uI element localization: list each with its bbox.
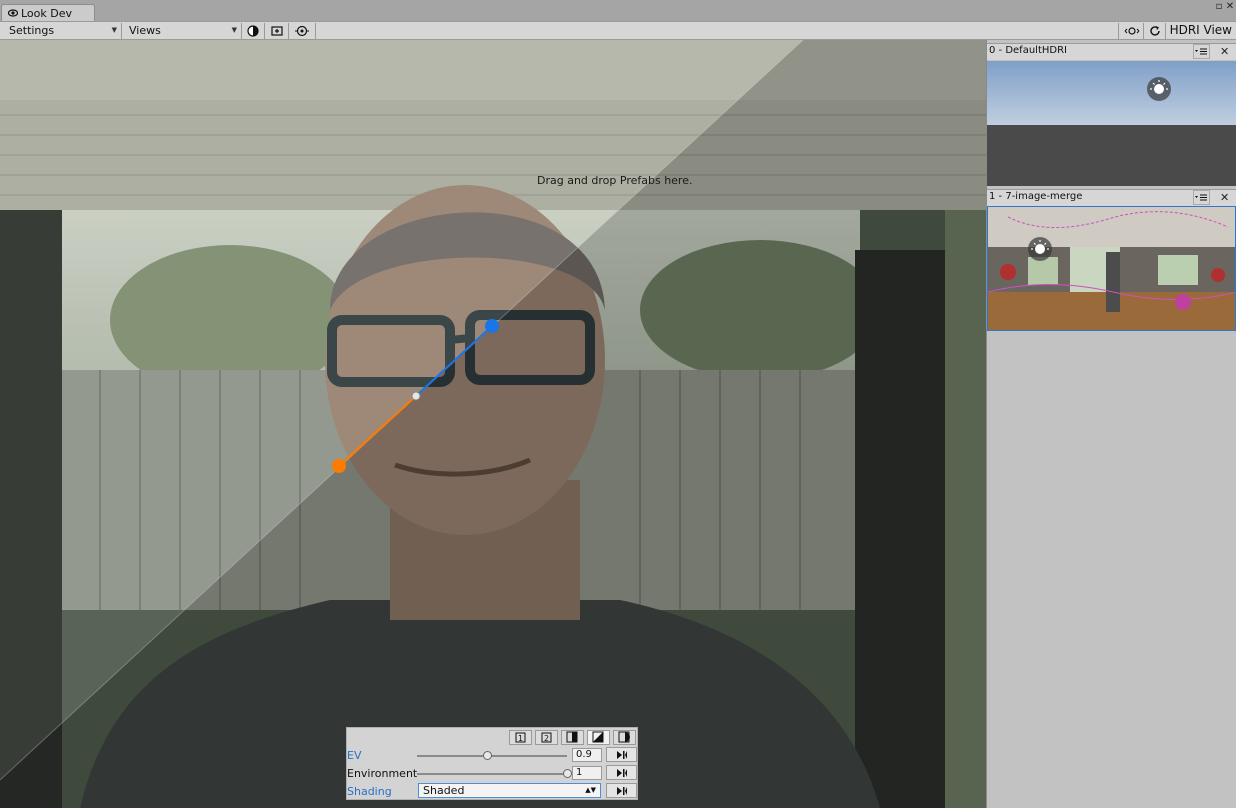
- environment-label: Environment: [347, 767, 418, 780]
- gizmo-left-handle: [332, 459, 346, 473]
- views-label: Views: [129, 24, 161, 37]
- split-diagonal-icon: [592, 731, 604, 743]
- target-icon: [295, 25, 309, 37]
- refresh-icon: [1150, 26, 1160, 36]
- look-dev-tab[interactable]: Look Dev: [1, 4, 95, 22]
- shading-dropdown[interactable]: Shaded ▲▼: [418, 783, 601, 798]
- frame-icon: [271, 26, 283, 36]
- hdri-view-label[interactable]: HDRI View: [1170, 23, 1232, 38]
- close-icon[interactable]: ✕: [1220, 45, 1229, 58]
- mode-split-diagonal-button[interactable]: [587, 730, 610, 745]
- frame-button[interactable]: [266, 23, 289, 39]
- view-control-panel: 1 2 EV 0.9 Environment 1 Shading Shaded …: [346, 727, 638, 800]
- ev-label: EV: [347, 749, 362, 762]
- close-icon[interactable]: ✕: [1225, 2, 1235, 12]
- shading-value: Shaded: [423, 784, 465, 797]
- environment-reset-button[interactable]: [606, 765, 637, 780]
- hdri-list-panel: 0 - DefaultHDRI ✕ 1 - 7-image-merge ✕: [986, 40, 1236, 808]
- environment-slider-thumb[interactable]: [562, 769, 572, 778]
- reset-icon: [617, 751, 627, 759]
- gizmo-right-handle: [485, 319, 499, 333]
- reset-icon: [617, 769, 627, 777]
- sphere-toggle-button[interactable]: [242, 23, 265, 39]
- split-vertical-icon: [566, 731, 578, 743]
- ev-slider-track[interactable]: [417, 755, 567, 757]
- look-dev-viewport[interactable]: Drag and drop Prefabs here.: [0, 40, 986, 808]
- hdri-item-header[interactable]: 0 - DefaultHDRI ✕: [987, 43, 1236, 60]
- dropdown-arrow-icon: ▲▼: [585, 786, 596, 794]
- shading-reset-button[interactable]: [606, 783, 637, 798]
- views-dropdown[interactable]: Views ▼: [122, 23, 242, 39]
- ev-reset-button[interactable]: [606, 747, 637, 762]
- dropdown-arrow-icon: ▼: [111, 26, 117, 34]
- hdri-thumbnail[interactable]: [987, 61, 1236, 186]
- maximize-icon[interactable]: ▫: [1214, 2, 1224, 12]
- reset-icon: [617, 787, 627, 795]
- view2-icon: 2: [541, 732, 552, 743]
- view1-icon: 1: [515, 732, 526, 743]
- mode-2-button[interactable]: 2: [535, 730, 558, 745]
- eye-icon: [8, 9, 18, 17]
- hdri-menu-button[interactable]: [1193, 190, 1210, 205]
- hdri-thumbnail-selected[interactable]: [987, 206, 1236, 331]
- hdri-item-header[interactable]: 1 - 7-image-merge ✕: [987, 189, 1236, 206]
- mode-1-button[interactable]: 1: [509, 730, 532, 745]
- tab-title: Look Dev: [21, 7, 73, 20]
- hdri-name: 1 - 7-image-merge: [989, 191, 1083, 202]
- default-hdri-preview: [987, 61, 1236, 186]
- dropdown-arrow-icon: ▼: [231, 26, 237, 34]
- viewport-scene: [0, 40, 986, 808]
- split-circle-icon: [618, 731, 630, 743]
- mode-split-circle-button[interactable]: [613, 730, 636, 745]
- settings-label: Settings: [9, 24, 55, 37]
- light-visibility-button[interactable]: [1118, 23, 1144, 39]
- seven-image-merge-preview: [988, 207, 1235, 330]
- ev-slider-thumb[interactable]: [483, 751, 492, 760]
- window-title-bar: Look Dev ▫ ✕: [0, 0, 1236, 22]
- ev-value-field[interactable]: 0.9: [572, 748, 602, 762]
- mode-split-vertical-button[interactable]: [561, 730, 584, 745]
- shading-label: Shading: [347, 785, 392, 798]
- hdri-menu-button[interactable]: [1193, 44, 1210, 59]
- light-visibility-icon: [1124, 27, 1140, 35]
- environment-slider-track[interactable]: [417, 773, 567, 775]
- svg-text:2: 2: [544, 734, 549, 743]
- settings-dropdown[interactable]: Settings ▼: [2, 23, 122, 39]
- menu-icon: [1195, 48, 1207, 55]
- close-icon[interactable]: ✕: [1220, 191, 1229, 204]
- menu-icon: [1195, 194, 1207, 201]
- gizmo-center-handle: [411, 391, 421, 401]
- environment-value-field[interactable]: 1: [572, 766, 602, 780]
- svg-text:1: 1: [518, 734, 523, 743]
- hdri-name: 0 - DefaultHDRI: [989, 45, 1067, 56]
- refresh-button[interactable]: [1144, 23, 1166, 39]
- sphere-toggle-icon: [247, 25, 259, 37]
- target-button[interactable]: [290, 23, 316, 39]
- toolbar: Settings ▼ Views ▼ HDRI View: [0, 21, 1236, 40]
- drop-prefabs-message: Drag and drop Prefabs here.: [537, 174, 693, 187]
